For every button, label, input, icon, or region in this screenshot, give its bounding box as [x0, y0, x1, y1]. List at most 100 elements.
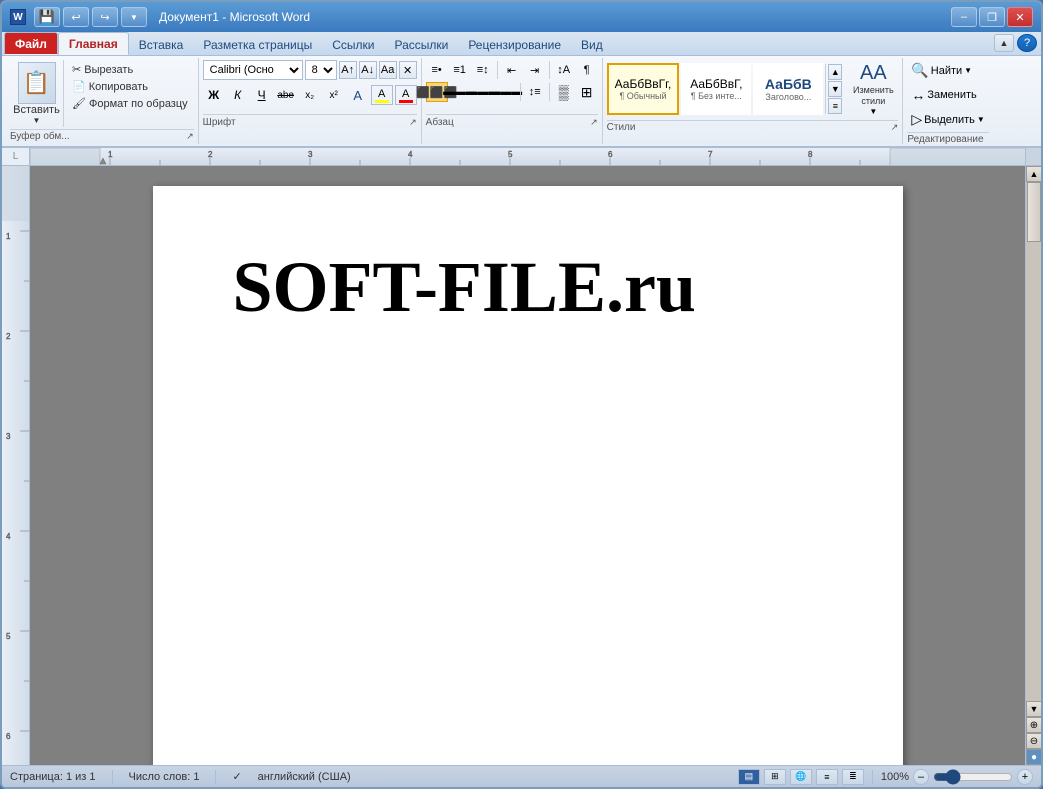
paste-button[interactable]: 📋 Вставить ▼ [10, 60, 64, 127]
style-heading1[interactable]: АаБбВ Заголово... [753, 63, 823, 115]
styles-gallery: АаБбВвГг, ¶ Обычный АаБбВвГ, ¶ Без инте.… [607, 63, 824, 115]
font-expander-icon[interactable]: ↗ [409, 117, 417, 128]
sort-btn[interactable]: ↕A [553, 60, 575, 80]
clipboard-expander-icon[interactable]: ↗ [186, 131, 194, 142]
ribbon-tabs: Файл Главная Вставка Разметка страницы С… [2, 32, 1041, 56]
clear-format-btn[interactable]: ✕ [399, 61, 417, 79]
window-title: Документ1 - Microsoft Word [159, 10, 310, 24]
tab-file[interactable]: Файл [4, 32, 58, 55]
undo-quick-btn[interactable]: ↩ [63, 7, 89, 27]
pilcrow-btn[interactable]: ¶ [576, 60, 598, 80]
editing-group-label: Редактирование [907, 134, 983, 145]
increase-indent-btn[interactable]: ⇥ [524, 60, 546, 80]
page-content[interactable]: SOFT-FILE.ru [153, 186, 903, 765]
select-browse-object[interactable]: ● [1026, 749, 1041, 765]
copy-button[interactable]: 📄 Копировать [70, 79, 190, 94]
select-button[interactable]: ▷ Выделить ▼ [907, 109, 988, 130]
borders-btn[interactable]: ⊞ [576, 82, 598, 102]
editing-group-footer: Редактирование [907, 132, 989, 145]
justify-btn[interactable]: ▬▬▬ [495, 82, 517, 102]
styles-scroll-down[interactable]: ▼ [828, 81, 842, 97]
tab-insert[interactable]: Вставка [129, 34, 194, 55]
tab-home[interactable]: Главная [58, 32, 129, 55]
status-sep-1 [112, 770, 113, 784]
bullet-list-btn[interactable]: ≡• [426, 60, 448, 80]
select-icon: ▷ [911, 111, 922, 128]
page-info: Страница: 1 из 1 [10, 771, 96, 783]
scroll-up-button[interactable]: ▲ [1026, 166, 1041, 182]
numbered-list-btn[interactable]: ≡1 [449, 60, 471, 80]
change-styles-dropdown[interactable]: ▼ [869, 107, 877, 116]
web-layout-btn[interactable]: 🌐 [790, 769, 812, 785]
paste-dropdown-icon[interactable]: ▼ [33, 116, 41, 125]
multilevel-list-btn[interactable]: ≡↕ [472, 60, 494, 80]
main-window: W 💾 ↩ ↪ ▼ Документ1 - Microsoft Word – ❐… [0, 0, 1043, 789]
highlight-color-btn[interactable]: A [371, 85, 393, 105]
redo-quick-btn[interactable]: ↪ [92, 7, 118, 27]
restore-button[interactable]: ❐ [979, 7, 1005, 27]
save-quick-btn[interactable]: 💾 [34, 7, 60, 27]
shading-btn[interactable]: ▒ [553, 82, 575, 102]
font-size-increase-btn[interactable]: A↑ [339, 61, 357, 79]
styles-more[interactable]: ≡ [828, 98, 842, 114]
font-name-select[interactable]: Calibri (Осно [203, 60, 303, 80]
tab-layout[interactable]: Разметка страницы [193, 34, 322, 55]
change-styles-button[interactable]: AA Изменитьстили ▼ [848, 60, 898, 118]
language[interactable]: английский (США) [258, 771, 351, 783]
svg-text:8: 8 [808, 150, 813, 159]
print-layout-btn[interactable]: ▤ [738, 769, 760, 785]
strikethrough-button[interactable]: abe [275, 85, 297, 105]
full-screen-btn[interactable]: ⊞ [764, 769, 786, 785]
scroll-prev-page[interactable]: ⊖ [1026, 733, 1041, 749]
scroll-thumb[interactable] [1027, 182, 1041, 242]
format-painter-button[interactable]: 🖌 Формат по образцу [70, 96, 190, 111]
zoom-out-button[interactable]: – [913, 769, 929, 785]
clipboard-group: 📋 Вставить ▼ ✂ Вырезать 📄 Копировать 🖌 Ф… [6, 58, 199, 144]
font-size-decrease-btn[interactable]: A↓ [359, 61, 377, 79]
style-no-spacing[interactable]: АаБбВвГ, ¶ Без инте... [681, 63, 751, 115]
font-group-footer: Шрифт ↗ [203, 114, 417, 128]
style-normal[interactable]: АаБбВвГг, ¶ Обычный [607, 63, 680, 115]
font-case-btn[interactable]: Aa [379, 61, 397, 79]
zoom-in-button[interactable]: + [1017, 769, 1033, 785]
close-button[interactable]: ✕ [1007, 7, 1033, 27]
line-spacing-btn[interactable]: ↕≡ [524, 82, 546, 102]
outline-btn[interactable]: ≡ [816, 769, 838, 785]
replace-button[interactable]: ↔ Заменить [907, 85, 980, 105]
styles-expander-icon[interactable]: ↗ [891, 122, 899, 133]
find-button[interactable]: 🔍 Найти ▼ [907, 60, 976, 81]
corner-box[interactable]: L [2, 148, 30, 166]
decrease-indent-btn[interactable]: ⇤ [501, 60, 523, 80]
bold-button[interactable]: Ж [203, 85, 225, 105]
document-text[interactable]: SOFT-FILE.ru [233, 246, 823, 329]
quick-access-dropdown[interactable]: ▼ [121, 7, 147, 27]
underline-button[interactable]: Ч [251, 85, 273, 105]
select-dropdown[interactable]: ▼ [977, 115, 985, 124]
find-dropdown[interactable]: ▼ [964, 66, 972, 75]
find-label: Найти [931, 65, 962, 77]
cut-button[interactable]: ✂ Вырезать [70, 62, 190, 77]
tab-review[interactable]: Рецензирование [458, 34, 571, 55]
tab-references[interactable]: Ссылки [322, 34, 384, 55]
styles-scroll-buttons: ▲ ▼ ≡ [825, 64, 842, 114]
scroll-down-button[interactable]: ▼ [1026, 701, 1041, 717]
svg-text:7: 7 [708, 150, 713, 159]
subscript-button[interactable]: x₂ [299, 85, 321, 105]
ribbon-minimize-btn[interactable]: ▲ [994, 34, 1014, 52]
style-heading1-name: Заголово... [765, 92, 811, 102]
help-button[interactable]: ? [1017, 34, 1037, 52]
text-effects-btn[interactable]: A [347, 85, 369, 105]
minimize-button[interactable]: – [951, 7, 977, 27]
tab-view[interactable]: Вид [571, 34, 613, 55]
para-expander-icon[interactable]: ↗ [590, 117, 598, 128]
tab-mailings[interactable]: Рассылки [384, 34, 458, 55]
styles-scroll-up[interactable]: ▲ [828, 64, 842, 80]
font-size-select[interactable]: 8 [305, 60, 337, 80]
draft-btn[interactable]: ≣ [842, 769, 864, 785]
scroll-track[interactable] [1026, 182, 1041, 701]
zoom-slider[interactable] [933, 771, 1013, 783]
font-color-btn[interactable]: A [395, 85, 417, 105]
superscript-button[interactable]: x² [323, 85, 345, 105]
scroll-next-page[interactable]: ⊕ [1026, 717, 1041, 733]
italic-button[interactable]: К [227, 85, 249, 105]
